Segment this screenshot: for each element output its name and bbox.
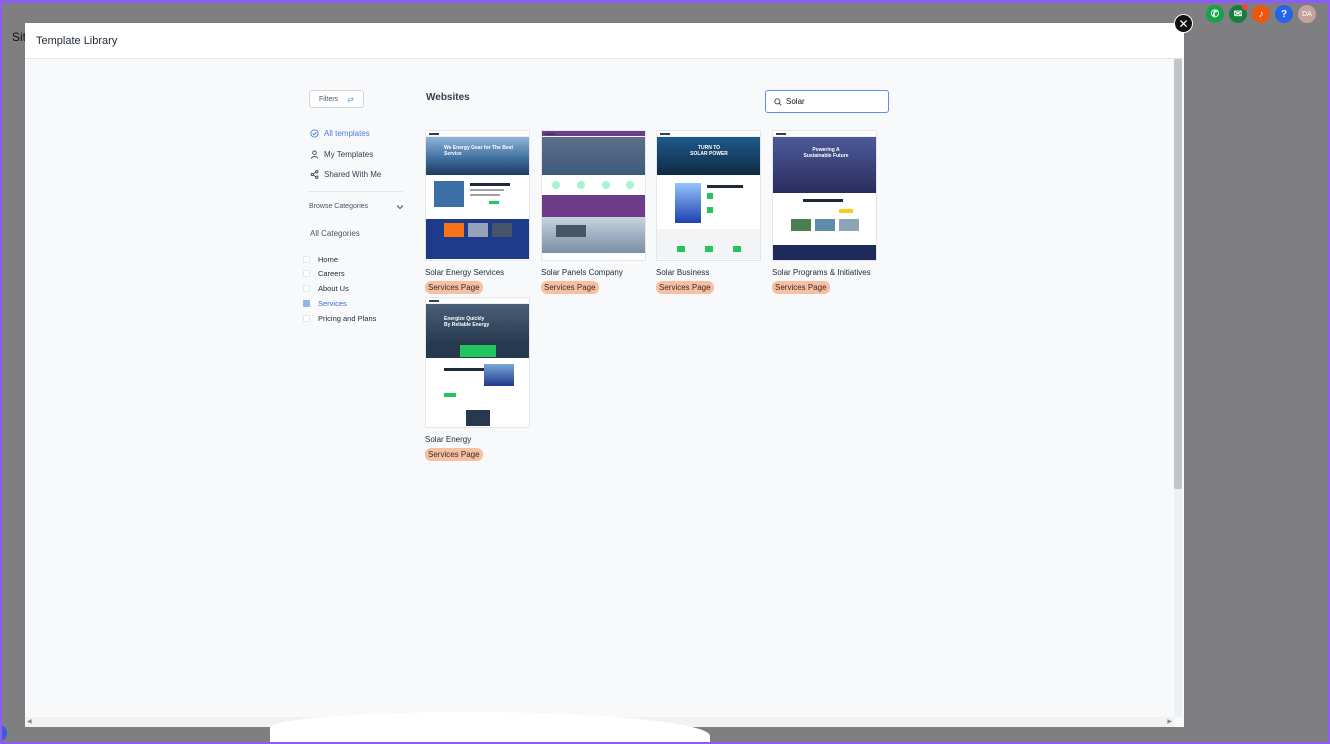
thumbnail-hero-text: Powering A Sustainable Future [803,147,849,159]
search-box[interactable] [765,90,889,113]
category-label: Pricing and Plans [318,314,377,323]
phone-icon[interactable]: ✆ [1206,5,1224,23]
template-name: Solar Business [656,268,710,277]
template-tag: Services Page [425,281,483,294]
background-page-title: Sit [12,30,27,44]
template-card[interactable]: Powering A Sustainable Future Solar Prog… [772,130,877,295]
template-library-modal: Template Library Filters ⇄ All templates… [25,23,1184,727]
thumbnail-hero-text: TURN TO SOLAR POWER [690,145,728,157]
nav-shared-with-me[interactable]: Shared With Me [310,170,381,179]
category-home[interactable]: Home [303,255,338,264]
template-name: Solar Energy Services [425,268,505,277]
share-icon [310,170,319,179]
template-name: Solar Energy [425,435,472,444]
category-pricing-and-plans[interactable]: Pricing and Plans [303,314,376,323]
bell-icon[interactable]: ♪ [1252,5,1270,23]
all-categories-link[interactable]: All Categories [310,229,360,238]
scroll-right-icon[interactable]: ▶ [1167,718,1172,725]
browse-categories-toggle[interactable]: Browse Categories [309,203,404,210]
chevron-down-icon [396,204,404,209]
category-about-us[interactable]: About Us [303,284,349,293]
category-checkbox[interactable] [303,315,310,322]
category-careers[interactable]: Careers [303,269,345,278]
user-icon [310,150,319,159]
notification-dot [1242,4,1248,10]
template-card[interactable]: We Energy Gear for The Best Service Sola… [425,130,530,295]
close-button[interactable]: ✕ [1174,14,1193,33]
vertical-scrollbar[interactable] [1174,59,1182,717]
swap-icon: ⇄ [347,94,354,104]
template-name: Solar Programs & Initiatives [772,268,871,277]
filters-button[interactable]: Filters ⇄ [309,90,364,108]
template-tag: Services Page [541,281,599,294]
nav-my-templates[interactable]: My Templates [310,150,373,159]
category-checkbox[interactable] [303,285,310,292]
template-thumbnail[interactable] [541,130,646,261]
thumbnail-hero-text: We Energy Gear for The Best Service [444,145,514,157]
modal-title: Template Library [36,34,118,47]
template-name: Solar Panels Company [541,268,623,277]
nav-label: Shared With Me [324,170,382,179]
top-toolbar: ✆ ✉ ♪ ? DA [1206,4,1316,23]
category-checkbox[interactable] [303,270,310,277]
category-label: Home [318,255,339,264]
template-tag: Services Page [656,281,714,294]
nav-label: All templates [324,129,370,138]
search-icon [774,97,782,106]
category-label: About Us [318,284,349,293]
template-thumbnail[interactable]: TURN TO SOLAR POWER [656,130,761,261]
template-thumbnail[interactable]: Powering A Sustainable Future [772,130,877,261]
nav-label: My Templates [324,150,374,159]
template-thumbnail[interactable]: We Energy Gear for The Best Service [425,130,530,261]
nav-all-templates[interactable]: All templates [310,129,370,138]
sidebar-divider [308,191,403,192]
modal-header: Template Library [25,23,1184,59]
search-input[interactable] [786,97,876,106]
category-services[interactable]: Services [303,299,347,308]
category-label: Careers [318,269,345,278]
megaphone-icon[interactable]: ✉ [1229,4,1248,23]
category-checkbox-checked[interactable] [303,300,310,307]
template-tag: Services Page [425,448,483,461]
filters-label: Filters [319,95,339,103]
edge-indicator [0,726,7,740]
check-circle-icon [310,129,319,138]
browse-label: Browse Categories [309,203,369,210]
section-title: Websites [426,92,470,103]
template-card[interactable]: Energize Quickly By Reliable Energy Sola… [425,297,530,462]
template-tag: Services Page [772,281,830,294]
thumbnail-hero-text: Energize Quickly By Reliable Energy [444,316,490,328]
template-card[interactable]: TURN TO SOLAR POWER Solar Business Servi… [656,130,761,295]
category-label: Services [318,299,347,308]
category-checkbox[interactable] [303,256,310,263]
scrollbar-thumb[interactable] [1174,59,1182,489]
help-icon[interactable]: ? [1275,5,1293,23]
template-card[interactable]: Solar Panels Company Services Page [541,130,646,295]
scroll-left-icon[interactable]: ◀ [27,718,32,725]
avatar[interactable]: DA [1298,5,1316,23]
template-thumbnail[interactable]: Energize Quickly By Reliable Energy [425,297,530,428]
